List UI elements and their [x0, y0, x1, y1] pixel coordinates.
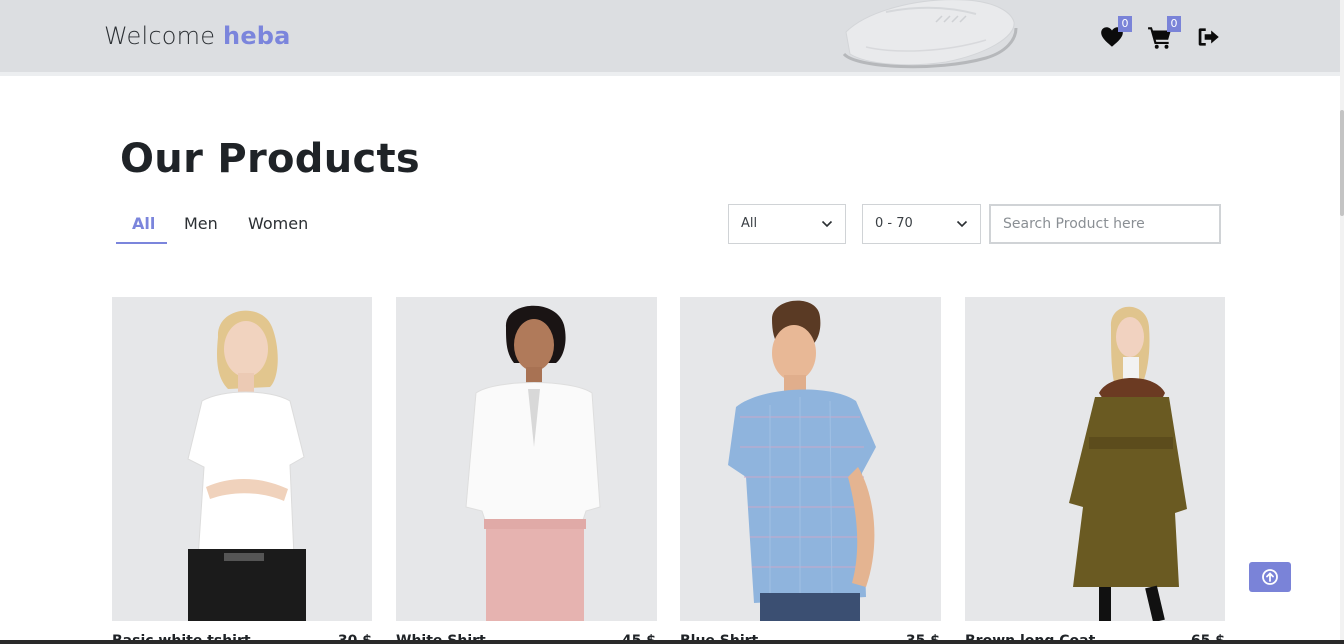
- top-header: Welcome heba 0 0: [0, 0, 1340, 76]
- price-range-select-value: 0 - 70: [875, 216, 913, 231]
- active-tab-underline: [116, 242, 167, 244]
- product-image: [965, 297, 1225, 621]
- category-select-value: All: [741, 216, 758, 231]
- product-card[interactable]: [396, 297, 657, 644]
- product-card[interactable]: [112, 297, 372, 644]
- scrollbar-thumb[interactable]: [1340, 110, 1344, 216]
- tab-all[interactable]: All: [132, 214, 155, 233]
- product-card[interactable]: [965, 297, 1225, 644]
- category-select[interactable]: All: [728, 204, 846, 244]
- product-image: [112, 297, 372, 621]
- welcome-message: Welcome heba: [104, 22, 291, 50]
- tab-women[interactable]: Women: [248, 214, 308, 233]
- page-title: Our Products: [120, 136, 421, 182]
- arrow-up-circle-icon: [1262, 569, 1278, 585]
- welcome-text: Welcome: [104, 22, 216, 50]
- search-input[interactable]: [989, 204, 1221, 244]
- sneaker-image: [842, 0, 1018, 69]
- price-range-select[interactable]: 0 - 70: [862, 204, 981, 244]
- tab-men[interactable]: Men: [184, 214, 218, 233]
- username: heba: [223, 22, 291, 50]
- sign-out-icon[interactable]: [1196, 24, 1222, 50]
- product-image: [396, 297, 657, 621]
- chevron-down-icon: [956, 220, 968, 228]
- back-to-top-button[interactable]: [1249, 562, 1291, 592]
- product-card[interactable]: [680, 297, 941, 644]
- wishlist-count-badge: 0: [1118, 16, 1132, 32]
- cart-count-badge: 0: [1167, 16, 1181, 32]
- bottom-edge: [0, 640, 1344, 644]
- vertical-scrollbar[interactable]: [1340, 0, 1344, 644]
- chevron-down-icon: [821, 220, 833, 228]
- product-image: [680, 297, 941, 621]
